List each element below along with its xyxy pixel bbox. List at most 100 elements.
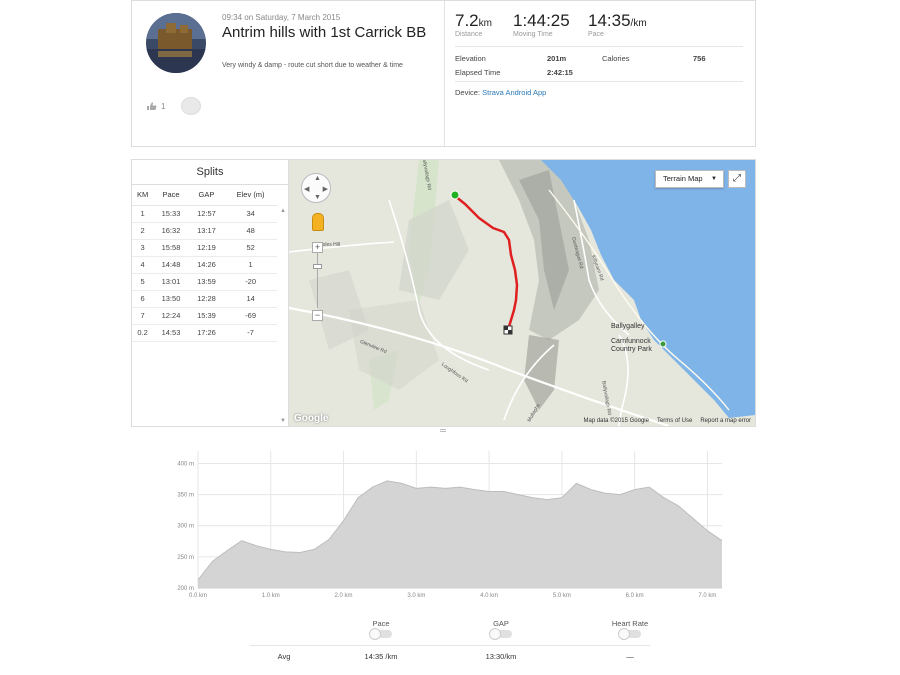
table-row[interactable]: 4 14:48 14:26 1 xyxy=(132,256,277,274)
col-pace: Pace xyxy=(153,185,189,206)
pan-right-icon[interactable]: ▶ xyxy=(323,185,328,193)
x-tick-label: 5.0 km xyxy=(553,593,571,599)
pace-cell: 13:50 xyxy=(153,290,189,308)
col-gap: GAP xyxy=(188,185,225,206)
pace-value: 14:35 xyxy=(588,11,631,30)
splits-panel: Splits KM Pace GAP Elev (m) 1 15:33 12:57 3… xyxy=(132,160,289,426)
pace-cell: 12:24 xyxy=(153,307,189,325)
gap-toggle-label: GAP xyxy=(493,619,509,628)
km-cell: 7 xyxy=(132,307,154,325)
zoom-slider-handle[interactable] xyxy=(313,264,322,269)
resize-handle[interactable] xyxy=(440,429,446,432)
activity-description: Very windy & damp - route cut short due … xyxy=(222,62,403,69)
zoom-out-button[interactable]: − xyxy=(312,310,323,321)
moving-time-value: 1:44:25 xyxy=(513,11,570,30)
km-cell: 6 xyxy=(132,290,154,308)
place-carnfunnock: Carnfunnock Country Park xyxy=(611,338,652,354)
activity-stats: 7.2km Distance 1:44:25 Moving Time 14:35… xyxy=(445,1,755,146)
scroll-down-icon[interactable]: ▼ xyxy=(280,418,286,424)
avg-gap: 13:30/km xyxy=(485,652,517,661)
table-row[interactable]: 7 12:24 15:39 -69 xyxy=(132,307,277,325)
activity-header: 09:34 on Saturday, 7 March 2015 Antrim h… xyxy=(131,0,756,147)
terms-link[interactable]: Terms of Use xyxy=(657,418,692,424)
distance-unit: km xyxy=(478,18,492,29)
x-tick-label: 2.0 km xyxy=(335,593,353,599)
y-tick-label: 250 m xyxy=(177,555,194,561)
x-tick-label: 3.0 km xyxy=(407,593,425,599)
distance-value: 7.2 xyxy=(455,11,479,30)
athlete-avatar[interactable] xyxy=(146,13,206,73)
zoom-slider-track[interactable] xyxy=(317,252,318,308)
km-cell: 3 xyxy=(132,239,154,257)
activity-summary: 09:34 on Saturday, 7 March 2015 Antrim h… xyxy=(132,1,445,146)
splits-table: KM Pace GAP Elev (m) 1 15:33 12:57 34 2 16:3… xyxy=(132,185,277,342)
table-row[interactable]: 1 15:33 12:57 34 xyxy=(132,205,277,223)
pace-toggle[interactable] xyxy=(369,628,392,640)
comment-avatar[interactable] xyxy=(181,97,201,115)
map-type-dropdown[interactable]: Terrain Map ▼ xyxy=(655,170,724,188)
elevation-area xyxy=(198,480,722,588)
splits-title: Splits xyxy=(132,160,288,185)
street-view-icon[interactable] xyxy=(312,213,324,231)
pace-unit: /km xyxy=(630,18,647,29)
heart-rate-toggle[interactable] xyxy=(618,628,641,640)
device-link[interactable]: Strava Android App xyxy=(482,88,546,97)
elev-cell: 48 xyxy=(224,222,277,240)
calories-label: Calories xyxy=(602,54,630,63)
fullscreen-button[interactable]: ⤢ xyxy=(728,170,746,188)
scroll-up-icon[interactable]: ▲ xyxy=(280,208,286,214)
chevron-down-icon: ▼ xyxy=(711,176,717,182)
kudos-button[interactable]: 1 xyxy=(146,101,165,111)
device-info: Device: Strava Android App xyxy=(455,88,546,97)
elev-cell: -7 xyxy=(224,324,277,342)
pace-cell: 15:33 xyxy=(153,205,189,223)
table-row[interactable]: 6 13:50 12:28 14 xyxy=(132,290,277,308)
pan-left-icon[interactable]: ◀ xyxy=(304,185,309,193)
avg-pace: 14:35 /km xyxy=(364,652,398,661)
divider xyxy=(455,46,743,47)
elev-cell: -69 xyxy=(224,307,277,325)
kudos-icon xyxy=(147,102,157,110)
splits-header-row: KM Pace GAP Elev (m) xyxy=(132,185,277,206)
pan-down-icon[interactable]: ▼ xyxy=(314,194,321,201)
elapsed-time-label: Elapsed Time xyxy=(455,68,501,77)
splits-scrollbar[interactable]: ▲ ▼ xyxy=(280,208,286,424)
elev-cell: 14 xyxy=(224,290,277,308)
table-row[interactable]: 5 13:01 13:59 -20 xyxy=(132,273,277,291)
map-footer: Map data ©2015 Google Terms of Use Repor… xyxy=(584,418,752,424)
table-row[interactable]: 3 15:58 12:19 52 xyxy=(132,239,277,257)
gap-cell: 15:39 xyxy=(188,307,225,325)
x-tick-label: 7.0 km xyxy=(698,593,716,599)
report-error-link[interactable]: Report a map error xyxy=(700,418,751,424)
map-canvas xyxy=(289,160,755,426)
device-label: Device: xyxy=(455,88,481,97)
google-logo: Google xyxy=(294,413,329,424)
y-tick-label: 300 m xyxy=(177,524,194,530)
fullscreen-icon: ⤢ xyxy=(733,173,741,184)
route-map[interactable]: Ballygalley Carnfunnock Country Park Gle… xyxy=(289,160,755,426)
table-row[interactable]: 0.2 14:53 17:26 -7 xyxy=(132,324,277,342)
x-tick-label: 6.0 km xyxy=(626,593,644,599)
y-tick-label: 200 m xyxy=(177,586,194,592)
heart-rate-toggle-label: Heart Rate xyxy=(611,619,649,628)
avg-heart-rate: — xyxy=(626,652,634,661)
pace-cell: 14:48 xyxy=(153,256,189,274)
table-row[interactable]: 2 16:32 13:17 48 xyxy=(132,222,277,240)
y-tick-label: 400 m xyxy=(177,461,194,467)
map-attribution: Map data ©2015 Google xyxy=(583,418,649,424)
gap-cell: 12:57 xyxy=(188,205,225,223)
elevation-chart[interactable]: 200 m 250 m 300 m 350 m 400 m 0.0 km 1.0 km 2.0… xyxy=(158,443,730,603)
pace-cell: 16:32 xyxy=(153,222,189,240)
gap-toggle[interactable] xyxy=(489,628,512,640)
calories-value: 756 xyxy=(693,54,706,63)
pan-control[interactable]: ▲ ▼ ◀ ▶ xyxy=(301,173,331,203)
pace-cell: 14:53 xyxy=(153,324,189,342)
pan-up-icon[interactable]: ▲ xyxy=(314,175,321,182)
pace-label: Pace xyxy=(588,31,604,38)
elev-cell: 1 xyxy=(224,256,277,274)
gap-cell: 12:28 xyxy=(188,290,225,308)
map-type-label: Terrain Map xyxy=(663,174,703,183)
elev-cell: -20 xyxy=(224,273,277,291)
x-tick-label: 0.0 km xyxy=(189,593,207,599)
activity-title: Antrim hills with 1st Carrick BB xyxy=(222,24,427,41)
